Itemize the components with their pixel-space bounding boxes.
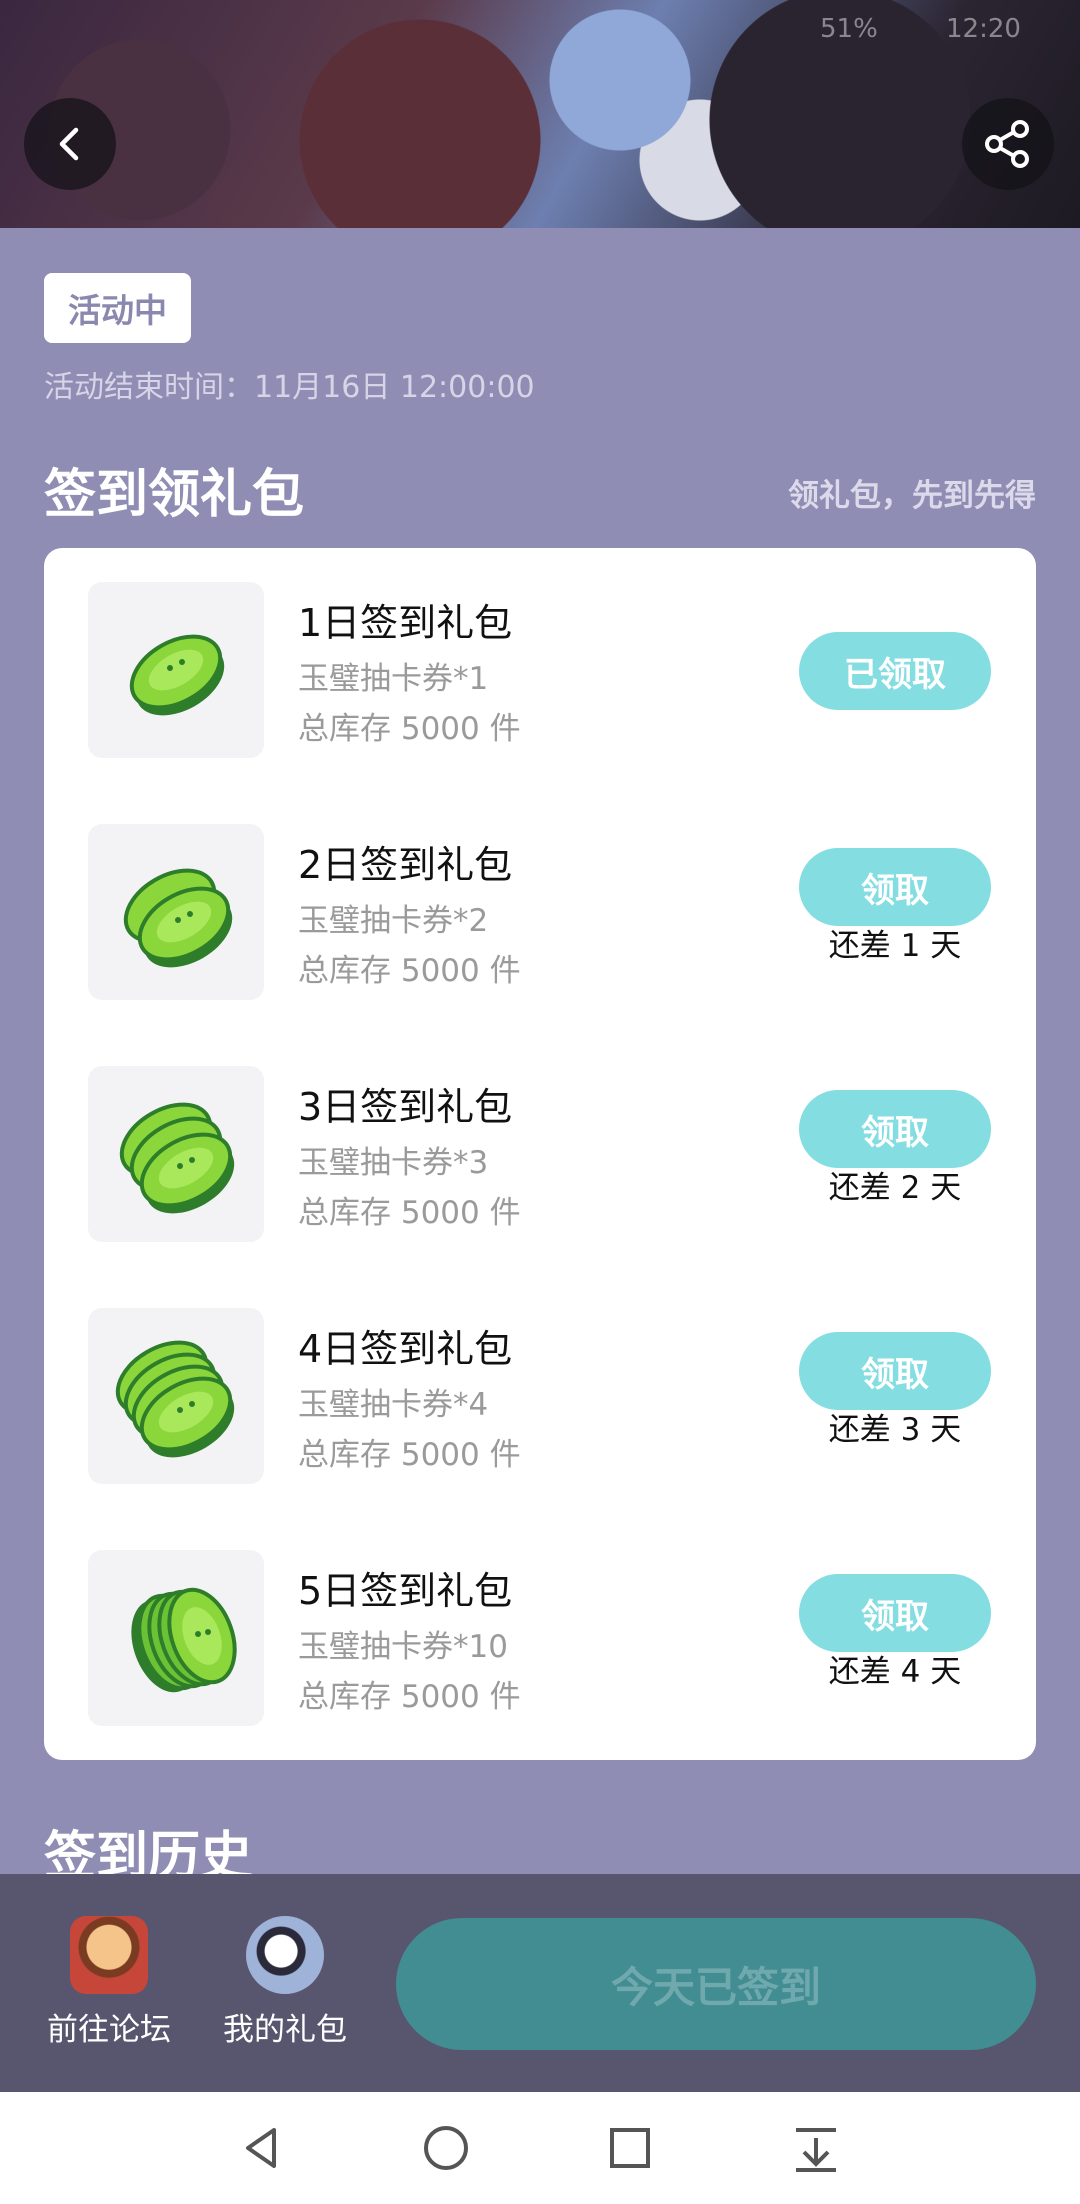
jade-coupon-icon bbox=[129, 634, 225, 716]
claimed-button[interactable]: 已领取 bbox=[799, 632, 991, 710]
gift-title: 5日签到礼包 bbox=[298, 1569, 513, 1613]
system-nav-bar bbox=[0, 2092, 1080, 2204]
signin-section-subtitle: 领礼包，先到先得 bbox=[788, 478, 1036, 514]
gift-stock: 总库存 5000 件 bbox=[298, 1437, 521, 1473]
gift-item-day-2: 2日签到礼包 玉璧抽卡券*2 总库存 5000 件 领取 还差 1 天 bbox=[44, 790, 1036, 1032]
square-recent-icon[interactable] bbox=[602, 2120, 658, 2176]
gift-item-day-5: 5日签到礼包 玉璧抽卡券*10 总库存 5000 件 领取 还差 4 天 bbox=[44, 1516, 1036, 1758]
battery-status: 51% bbox=[820, 14, 878, 44]
go-to-forum-button[interactable]: 前往论坛 bbox=[34, 1916, 184, 2049]
gift-description: 玉璧抽卡券*10 bbox=[298, 1629, 508, 1665]
signed-today-button[interactable]: 今天已签到 bbox=[396, 1918, 1036, 2050]
forum-avatar-icon bbox=[70, 1916, 148, 1994]
gift-thumbnail bbox=[88, 1308, 264, 1484]
gift-bag-icon bbox=[246, 1916, 324, 1994]
activity-status-badge: 活动中 bbox=[44, 273, 191, 343]
gift-item-day-1: 1日签到礼包 玉璧抽卡券*1 总库存 5000 件 已领取 bbox=[44, 548, 1036, 790]
days-remaining: 还差 3 天 bbox=[828, 1412, 962, 1448]
gift-list-card: 1日签到礼包 玉璧抽卡券*1 总库存 5000 件 已领取 2日签到礼包 玉璧抽… bbox=[44, 548, 1036, 1760]
gift-stock: 总库存 5000 件 bbox=[298, 953, 521, 989]
share-button[interactable] bbox=[962, 98, 1054, 190]
gift-title: 2日签到礼包 bbox=[298, 843, 513, 887]
jade-coupon-icon bbox=[131, 1587, 237, 1693]
gift-stock: 总库存 5000 件 bbox=[298, 1195, 521, 1231]
jade-coupon-icon bbox=[115, 1340, 235, 1458]
gift-thumbnail bbox=[88, 1066, 264, 1242]
gift-stock: 总库存 5000 件 bbox=[298, 1679, 521, 1715]
jade-coupon-icon bbox=[123, 868, 233, 968]
chevron-left-icon bbox=[59, 127, 79, 161]
days-remaining: 还差 1 天 bbox=[828, 928, 962, 964]
circle-home-icon[interactable] bbox=[418, 2120, 474, 2176]
claim-button[interactable]: 领取 bbox=[799, 1332, 991, 1410]
gift-item-day-3: 3日签到礼包 玉璧抽卡券*3 总库存 5000 件 领取 还差 2 天 bbox=[44, 1032, 1036, 1274]
jade-coupon-icon bbox=[119, 1102, 235, 1214]
gift-description: 玉璧抽卡券*4 bbox=[298, 1387, 489, 1423]
gift-title: 1日签到礼包 bbox=[298, 601, 513, 645]
gift-description: 玉璧抽卡券*1 bbox=[298, 661, 489, 697]
back-button[interactable] bbox=[24, 98, 116, 190]
claim-button[interactable]: 领取 bbox=[799, 1574, 991, 1652]
my-gifts-label: 我的礼包 bbox=[223, 2012, 347, 2048]
activity-end-time: 活动结束时间：11月16日 12:00:00 bbox=[44, 370, 535, 405]
gift-thumbnail bbox=[88, 1550, 264, 1726]
triangle-back-icon[interactable] bbox=[234, 2120, 290, 2176]
gift-item-day-4: 4日签到礼包 玉璧抽卡券*4 总库存 5000 件 领取 还差 3 天 bbox=[44, 1274, 1036, 1516]
days-remaining: 还差 2 天 bbox=[828, 1170, 962, 1206]
claim-button[interactable]: 领取 bbox=[799, 1090, 991, 1168]
forum-label: 前往论坛 bbox=[47, 2012, 171, 2048]
gift-thumbnail bbox=[88, 824, 264, 1000]
gift-description: 玉璧抽卡券*3 bbox=[298, 1145, 489, 1181]
hero-banner: 51% 12:20 bbox=[0, 0, 1080, 228]
clock: 12:20 bbox=[946, 14, 1021, 44]
bottom-action-bar: 前往论坛 我的礼包 今天已签到 bbox=[0, 1874, 1080, 2092]
pull-down-icon[interactable] bbox=[788, 2120, 844, 2176]
my-gifts-button[interactable]: 我的礼包 bbox=[210, 1916, 360, 2049]
gift-thumbnail bbox=[88, 582, 264, 758]
gift-description: 玉璧抽卡券*2 bbox=[298, 903, 489, 939]
gift-stock: 总库存 5000 件 bbox=[298, 711, 521, 747]
claim-button[interactable]: 领取 bbox=[799, 848, 991, 926]
gift-title: 3日签到礼包 bbox=[298, 1085, 513, 1129]
signin-section-title: 签到领礼包 bbox=[44, 465, 305, 525]
share-icon bbox=[985, 120, 1029, 168]
gift-title: 4日签到礼包 bbox=[298, 1327, 513, 1371]
days-remaining: 还差 4 天 bbox=[828, 1654, 962, 1690]
